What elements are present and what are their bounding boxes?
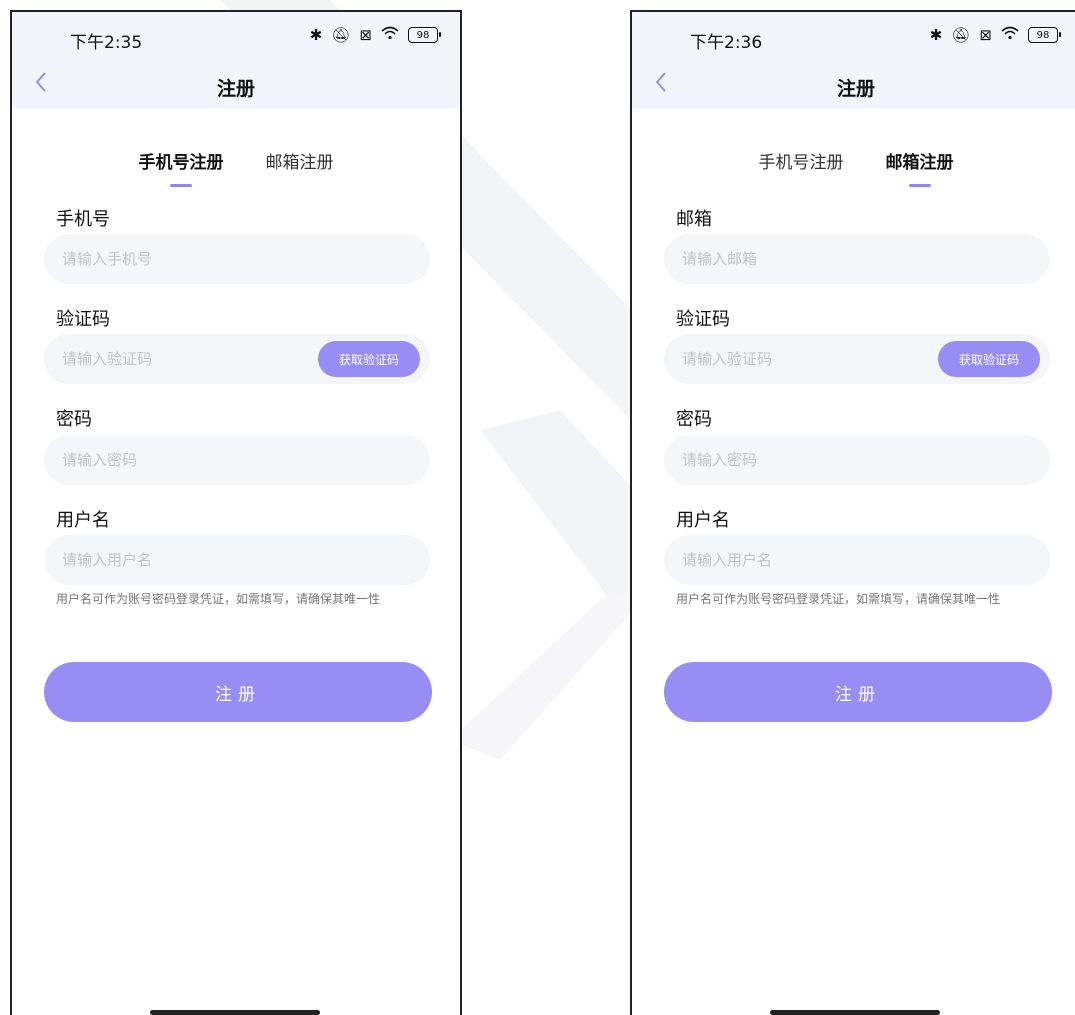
home-indicator: [150, 1010, 320, 1015]
username-label: 用户名: [56, 510, 110, 531]
status-time: 下午2:36: [690, 33, 763, 53]
register-button[interactable]: 注册: [44, 662, 432, 722]
header-bar: 下午2:36 ✱ 🔕︎ ⊠ 98 注册: [632, 12, 1075, 109]
wifi-icon: [1001, 26, 1019, 44]
home-indicator: [770, 1010, 940, 1015]
email-input[interactable]: [664, 234, 1050, 284]
battery-icon: 98: [1028, 27, 1061, 43]
username-input[interactable]: [664, 535, 1050, 585]
get-code-button[interactable]: 获取验证码: [938, 341, 1040, 377]
no-sim-icon: ⊠: [359, 26, 372, 44]
tab-phone-register[interactable]: 手机号注册: [759, 148, 844, 187]
bluetooth-icon: ✱: [929, 26, 943, 44]
register-tabs: 手机号注册 邮箱注册: [12, 148, 460, 187]
password-label: 密码: [676, 409, 712, 430]
phone-label: 手机号: [56, 209, 110, 230]
bluetooth-icon: ✱: [309, 26, 323, 44]
page-title: 注册: [216, 78, 255, 100]
mute-icon: 🔕︎: [331, 26, 351, 44]
register-tabs: 手机号注册 邮箱注册: [632, 148, 1075, 187]
battery-icon: 98: [408, 27, 441, 43]
mute-icon: 🔕︎: [951, 26, 971, 44]
status-icons: ✱ 🔕︎ ⊠ 98: [309, 26, 441, 44]
username-input[interactable]: [44, 535, 430, 585]
phone-input[interactable]: [44, 234, 430, 284]
get-code-button[interactable]: 获取验证码: [318, 341, 420, 377]
status-time: 下午2:35: [70, 33, 143, 53]
tab-email-register[interactable]: 邮箱注册: [266, 148, 334, 187]
page-title: 注册: [836, 78, 875, 100]
username-hint: 用户名可作为账号密码登录凭证，如需填写，请确保其唯一性: [676, 592, 1001, 606]
code-label: 验证码: [676, 309, 730, 330]
password-label: 密码: [56, 409, 92, 430]
username-hint: 用户名可作为账号密码登录凭证，如需填写，请确保其唯一性: [56, 592, 381, 606]
username-label: 用户名: [676, 510, 730, 531]
code-label: 验证码: [56, 309, 110, 330]
no-sim-icon: ⊠: [979, 26, 992, 44]
tab-email-register[interactable]: 邮箱注册: [886, 148, 954, 187]
wifi-icon: [381, 26, 399, 44]
header-bar: 下午2:35 ✱ 🔕︎ ⊠ 98 注册: [12, 12, 460, 109]
tab-phone-register[interactable]: 手机号注册: [139, 148, 224, 187]
phone-register-screen: 下午2:35 ✱ 🔕︎ ⊠ 98 注册 手机号注册 邮箱注册 手机号 验证码 获…: [10, 10, 462, 1015]
email-label: 邮箱: [676, 209, 712, 230]
status-icons: ✱ 🔕︎ ⊠ 98: [929, 26, 1061, 44]
password-input[interactable]: [44, 435, 430, 485]
password-input[interactable]: [664, 435, 1050, 485]
email-register-screen: 下午2:36 ✱ 🔕︎ ⊠ 98 注册 手机号注册 邮箱注册 邮箱 验证码 获取…: [630, 10, 1075, 1015]
register-button[interactable]: 注册: [664, 662, 1052, 722]
